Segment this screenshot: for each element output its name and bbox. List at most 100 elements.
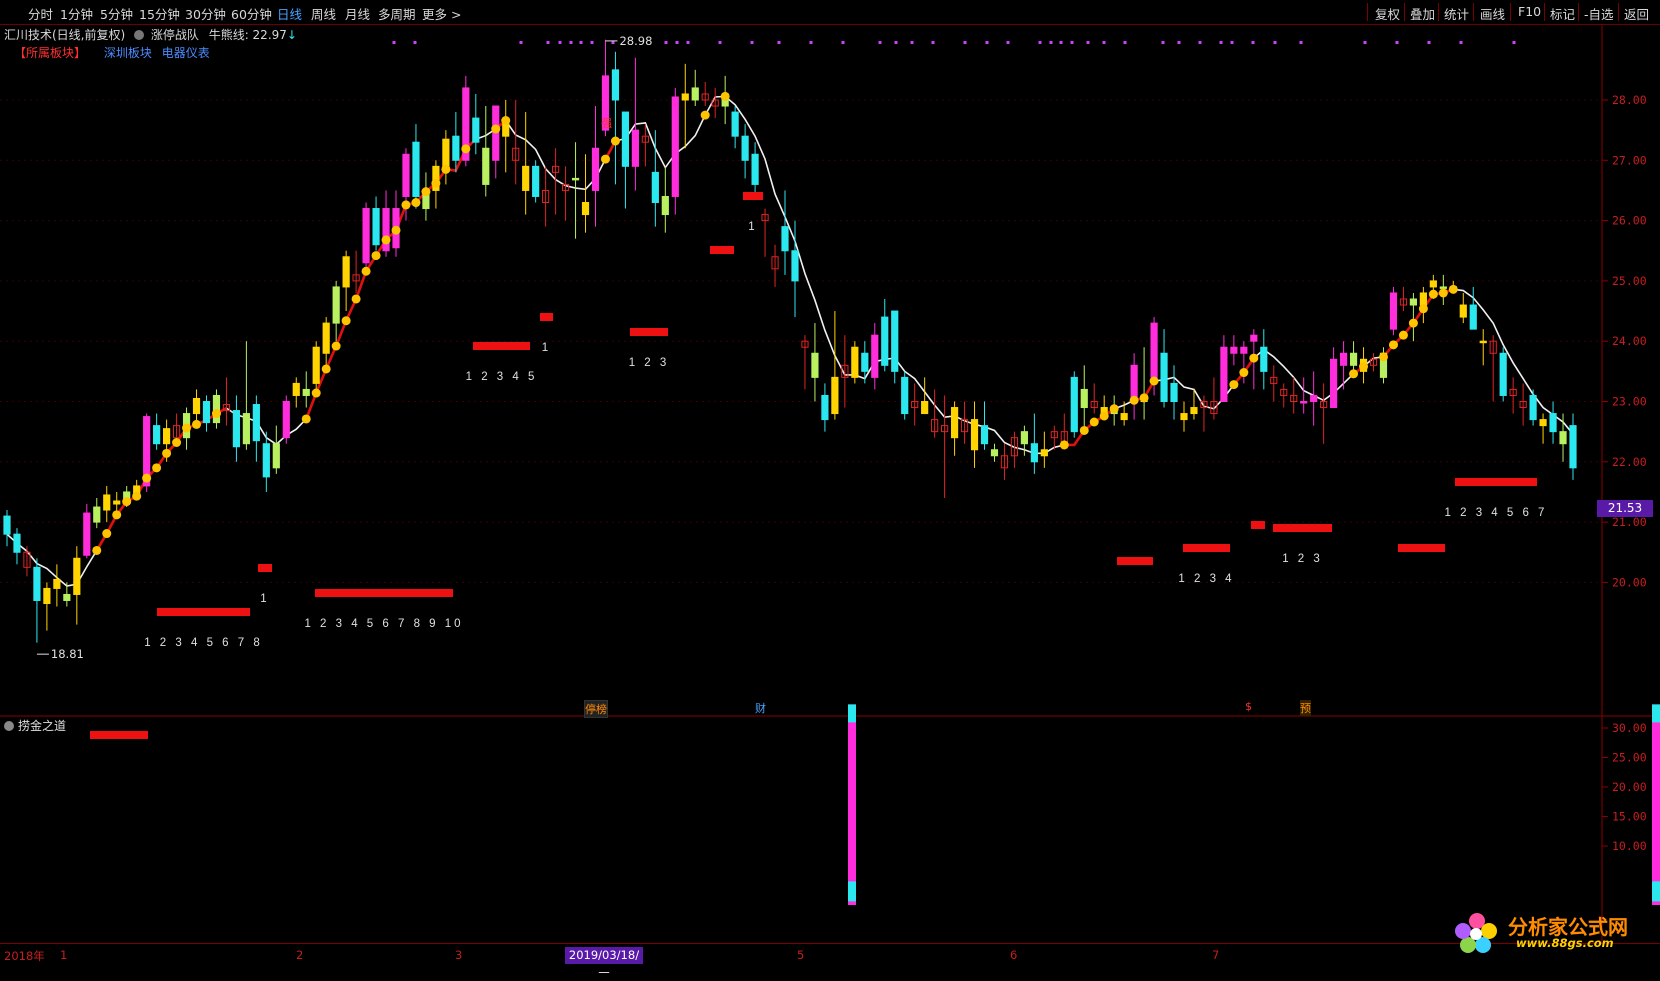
signal-dot (546, 41, 550, 44)
candle-body (242, 413, 250, 445)
indicator-bar-cap (1652, 704, 1660, 723)
candle-body (292, 382, 300, 396)
kline-chart[interactable]: 28.00 27.00 26.00 25.00 24.00 23.00 22.00 21.00… (0, 0, 1660, 967)
candle-body (252, 404, 260, 442)
candle-body (1190, 407, 1198, 415)
signal-dot (1177, 41, 1181, 44)
trend-dot (1408, 318, 1418, 328)
trend-dot (162, 448, 172, 458)
candle-body (93, 506, 101, 523)
event-tag-finance[interactable]: 财 (755, 700, 766, 716)
signal-dot (777, 41, 781, 44)
candle-body (452, 135, 460, 161)
count-labels: 1 2 3 4 5 6 7 8 1 1 2 3 4 5 6 7 8 9 10 1 2 … (144, 221, 1544, 649)
trend-dot (441, 164, 451, 174)
collapse-icon[interactable] (4, 721, 14, 731)
price-tick-label: 28.00 (1612, 93, 1647, 107)
count-bar (473, 342, 530, 350)
count-bar (540, 313, 553, 321)
indicator-bar (848, 704, 856, 905)
signal-dot (569, 41, 573, 44)
trend-dots (92, 91, 1458, 555)
signal-dot (686, 41, 690, 44)
signal-dot (519, 41, 523, 44)
trend-dot (1129, 395, 1139, 405)
candle-body (1170, 382, 1178, 403)
signal-dots-row (392, 41, 1516, 44)
candle-body (1160, 352, 1168, 403)
candlesticks[interactable] (3, 39, 1577, 643)
event-tag-limit[interactable]: 停榜 (584, 700, 608, 718)
flower-logo-icon (1455, 913, 1497, 953)
event-tag-forecast[interactable]: 预 (1300, 700, 1311, 716)
candle-body (1389, 292, 1398, 330)
candle-body (282, 401, 290, 439)
trend-dot (411, 198, 421, 208)
indicator-tick-label: 25.00 (1612, 751, 1647, 765)
trend-dot (301, 414, 311, 424)
candle-body (1469, 304, 1477, 330)
candle-body (1409, 298, 1417, 306)
indicator-axis: 30.00 25.00 20.00 15.00 10.00 (1602, 721, 1647, 853)
count-bar (630, 328, 668, 336)
event-tag-dollar[interactable]: $ (1245, 700, 1252, 713)
signal-dot (1299, 41, 1303, 44)
indicator-tick-label: 10.00 (1612, 839, 1647, 853)
signal-dot (809, 41, 813, 44)
candle-body (591, 147, 600, 191)
signal-dot (878, 41, 882, 44)
trend-dot (1378, 352, 1388, 362)
trend-dot (720, 91, 730, 101)
watermark-logo: 分析家公式网 www.88gs.com (1448, 909, 1660, 955)
signal-dot (1102, 41, 1106, 44)
trend-dot (1229, 380, 1239, 390)
count-label: 1 2 3 4 5 6 7 8 (144, 637, 263, 649)
candle-body (1339, 352, 1348, 366)
candle-body (202, 401, 211, 424)
candle-body (571, 177, 580, 181)
trend-dot (321, 364, 331, 374)
indicator-bar-base (1652, 881, 1660, 902)
candle-body (681, 93, 689, 101)
candle-body (372, 208, 380, 246)
candle-body (163, 428, 171, 445)
trend-dot (1428, 289, 1438, 299)
candle-body (382, 208, 390, 252)
signal-dot (579, 41, 583, 44)
trend-dot (102, 529, 112, 539)
trend-dot (1418, 304, 1428, 314)
count-bar (90, 731, 148, 739)
trend-dot (351, 294, 361, 304)
candle-body (1260, 346, 1268, 372)
trend-dot (491, 124, 501, 134)
candle-body (1419, 292, 1427, 306)
candle-body (1070, 376, 1078, 433)
count-label: 1 2 3 4 5 6 7 8 9 10 (304, 618, 463, 630)
signal-dot (1273, 41, 1277, 44)
candle-body (332, 286, 340, 324)
candle-body (73, 557, 81, 595)
count-bar (1398, 544, 1445, 552)
candle-body (891, 310, 899, 372)
count-bar (258, 564, 272, 572)
candle-body (1250, 334, 1258, 342)
candle-body (881, 316, 889, 366)
candle-body (1429, 280, 1437, 288)
trend-dot (112, 510, 122, 520)
signal-dot (664, 41, 668, 44)
candle-body (1040, 449, 1048, 457)
candle-body (950, 407, 959, 439)
candle-body (581, 202, 590, 216)
signal-dot (392, 41, 396, 44)
trend-dot (1059, 440, 1069, 450)
signal-dot (931, 41, 935, 44)
count-bar (743, 192, 763, 200)
candle-body (871, 334, 879, 378)
trend-dot (501, 116, 511, 126)
trend-dot (1239, 368, 1249, 378)
candle-body (472, 117, 480, 143)
signal-dot (1086, 41, 1090, 44)
candle-body (212, 394, 221, 424)
candle-body (731, 111, 739, 137)
trend-dot (1349, 369, 1359, 379)
